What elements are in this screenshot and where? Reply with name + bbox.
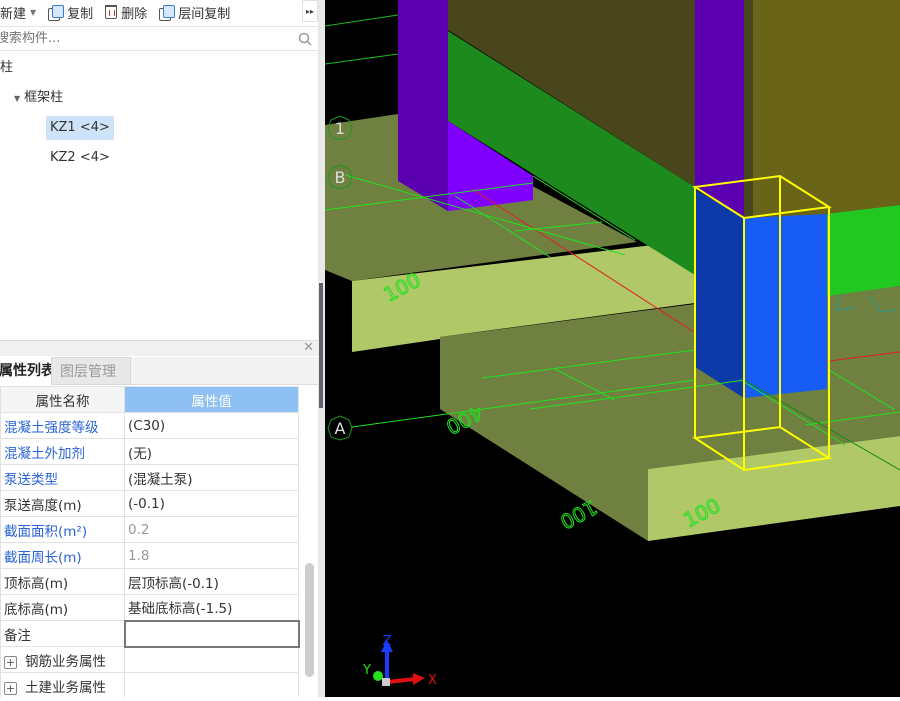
back-wall-right [753,0,900,225]
property-name: 顶标高(m) [0,568,125,595]
panel-divider: ✕ [0,340,318,356]
property-value[interactable] [123,619,300,648]
3d-viewport[interactable]: 100 400 100 100 1 B A Z X Y [324,0,900,697]
copy-label: 复制 [67,6,94,22]
dropdown-arrow-icon: ▼ [30,7,37,17]
property-value[interactable]: (无) [124,438,299,465]
axis-label: A [335,419,346,438]
group-label: 钢筋业务属性 [25,653,106,670]
copy-button[interactable]: 复制 [48,3,93,22]
table-row[interactable]: 泵送高度(m) (-0.1) [0,490,299,517]
table-row[interactable]: 顶标高(m) 层顶标高(-0.1) [0,568,299,595]
expand-plus-icon[interactable]: + [4,681,17,695]
floor-copy-button[interactable]: 层间复制 [159,3,230,22]
expand-arrow-icon: ▼ [14,94,21,103]
toolbar: 新建 ▼ 复制 删除 层间复制 ▸▸ [0,0,318,24]
property-value[interactable]: 层顶标高(-0.1) [124,568,299,595]
tree-root-column[interactable]: 柱 [0,56,17,80]
delete-label: 删除 [121,6,148,22]
splitter-handle[interactable] [319,283,323,408]
header-value: 属性值 [124,386,299,413]
column-left [398,0,448,211]
close-icon[interactable]: ✕ [303,340,314,355]
copy-icon [159,4,176,21]
property-name: 混凝土强度等级 [0,412,125,439]
table-row[interactable]: 泵送类型 (混凝土泵) [0,464,299,491]
more-button[interactable]: ▸▸ [302,0,318,22]
scrollbar[interactable] [303,386,316,697]
group-label: 土建业务属性 [25,679,106,696]
tree-item-kz1[interactable]: KZ1 <4> [46,116,114,140]
property-value[interactable]: 0.2 [124,516,299,543]
property-value[interactable]: 基础底标高(-1.5) [124,594,299,621]
axis-label: 1 [335,119,345,138]
header-name: 属性名称 [0,386,125,413]
search-input[interactable] [0,31,256,46]
search-bar [0,26,318,51]
tab-layers[interactable]: 图层管理 [51,357,131,385]
property-name: 混凝土外加剂 [0,438,125,465]
new-button[interactable]: 新建 ▼ [0,3,36,22]
expand-plus-icon[interactable]: + [4,655,17,669]
group-row-rebar[interactable]: + 钢筋业务属性 [0,646,299,673]
grid-line [324,14,399,27]
tree-group-label: 框架柱 [24,90,64,105]
delete-button[interactable]: 删除 [105,3,147,22]
column-kz1-left[interactable] [695,189,744,398]
search-icon[interactable] [298,32,312,46]
table-header: 属性名称 属性值 [0,386,299,413]
gizmo-x-label: X [428,673,437,688]
table-row[interactable]: 备注 [0,619,300,648]
scrollbar-thumb[interactable] [305,563,314,677]
property-value[interactable]: (C30) [124,412,299,439]
property-name: 泵送高度(m) [0,490,125,517]
3d-scene[interactable]: 100 400 100 100 1 B A Z X Y [324,0,900,697]
floor-copy-label: 层间复制 [178,6,231,22]
table-row[interactable]: 混凝土外加剂 (无) [0,438,299,465]
tree-item-kz2[interactable]: KZ2 <4> [46,146,114,170]
axis-marker-a: A [327,415,353,441]
table-row[interactable]: 底标高(m) 基础底标高(-1.5) [0,594,299,621]
gizmo-z-label: Z [383,634,392,649]
property-name: 底标高(m) [0,594,125,621]
gizmo-y-label: Y [362,663,371,678]
component-panel: 新建▼ 复制 删除 层间复制 ▸▸ 柱 ▼框架柱 KZ1 <4> KZ2 <4>… [0,0,318,697]
group-value [124,646,299,673]
tab-bar: 属性列表 图层管理 [0,357,318,385]
property-value[interactable]: (-0.1) [124,490,299,517]
table-row[interactable]: 截面面积(m²) 0.2 [0,516,299,543]
table-row[interactable]: 截面周长(m) 1.8 [0,542,299,569]
axis-gizmo: Z X Y [362,634,437,688]
property-value[interactable]: 1.8 [124,542,299,569]
table-row[interactable]: 混凝土强度等级 (C30) [0,412,299,439]
tree-group-frame-column[interactable]: ▼ 框架柱 [10,86,67,110]
axis-label: B [335,168,346,187]
grid-line [324,53,399,65]
trash-icon [105,5,118,19]
copy-icon [48,4,65,21]
property-name: 截面周长(m) [0,542,125,569]
splitter[interactable] [318,0,325,697]
new-label: 新建 [0,6,27,22]
property-name: 备注 [0,620,125,647]
group-row-civil[interactable]: + 土建业务属性 [0,672,299,697]
property-name: 泵送类型 [0,464,125,491]
property-table: 属性名称 属性值 混凝土强度等级 (C30) 混凝土外加剂 (无) 泵送类型 (混凝土泵) 泵… [0,386,300,697]
group-value [124,672,299,697]
property-value[interactable]: (混凝土泵) [124,464,299,491]
property-name: 截面面积(m²) [0,516,125,543]
column-kz1-right[interactable] [744,214,827,398]
